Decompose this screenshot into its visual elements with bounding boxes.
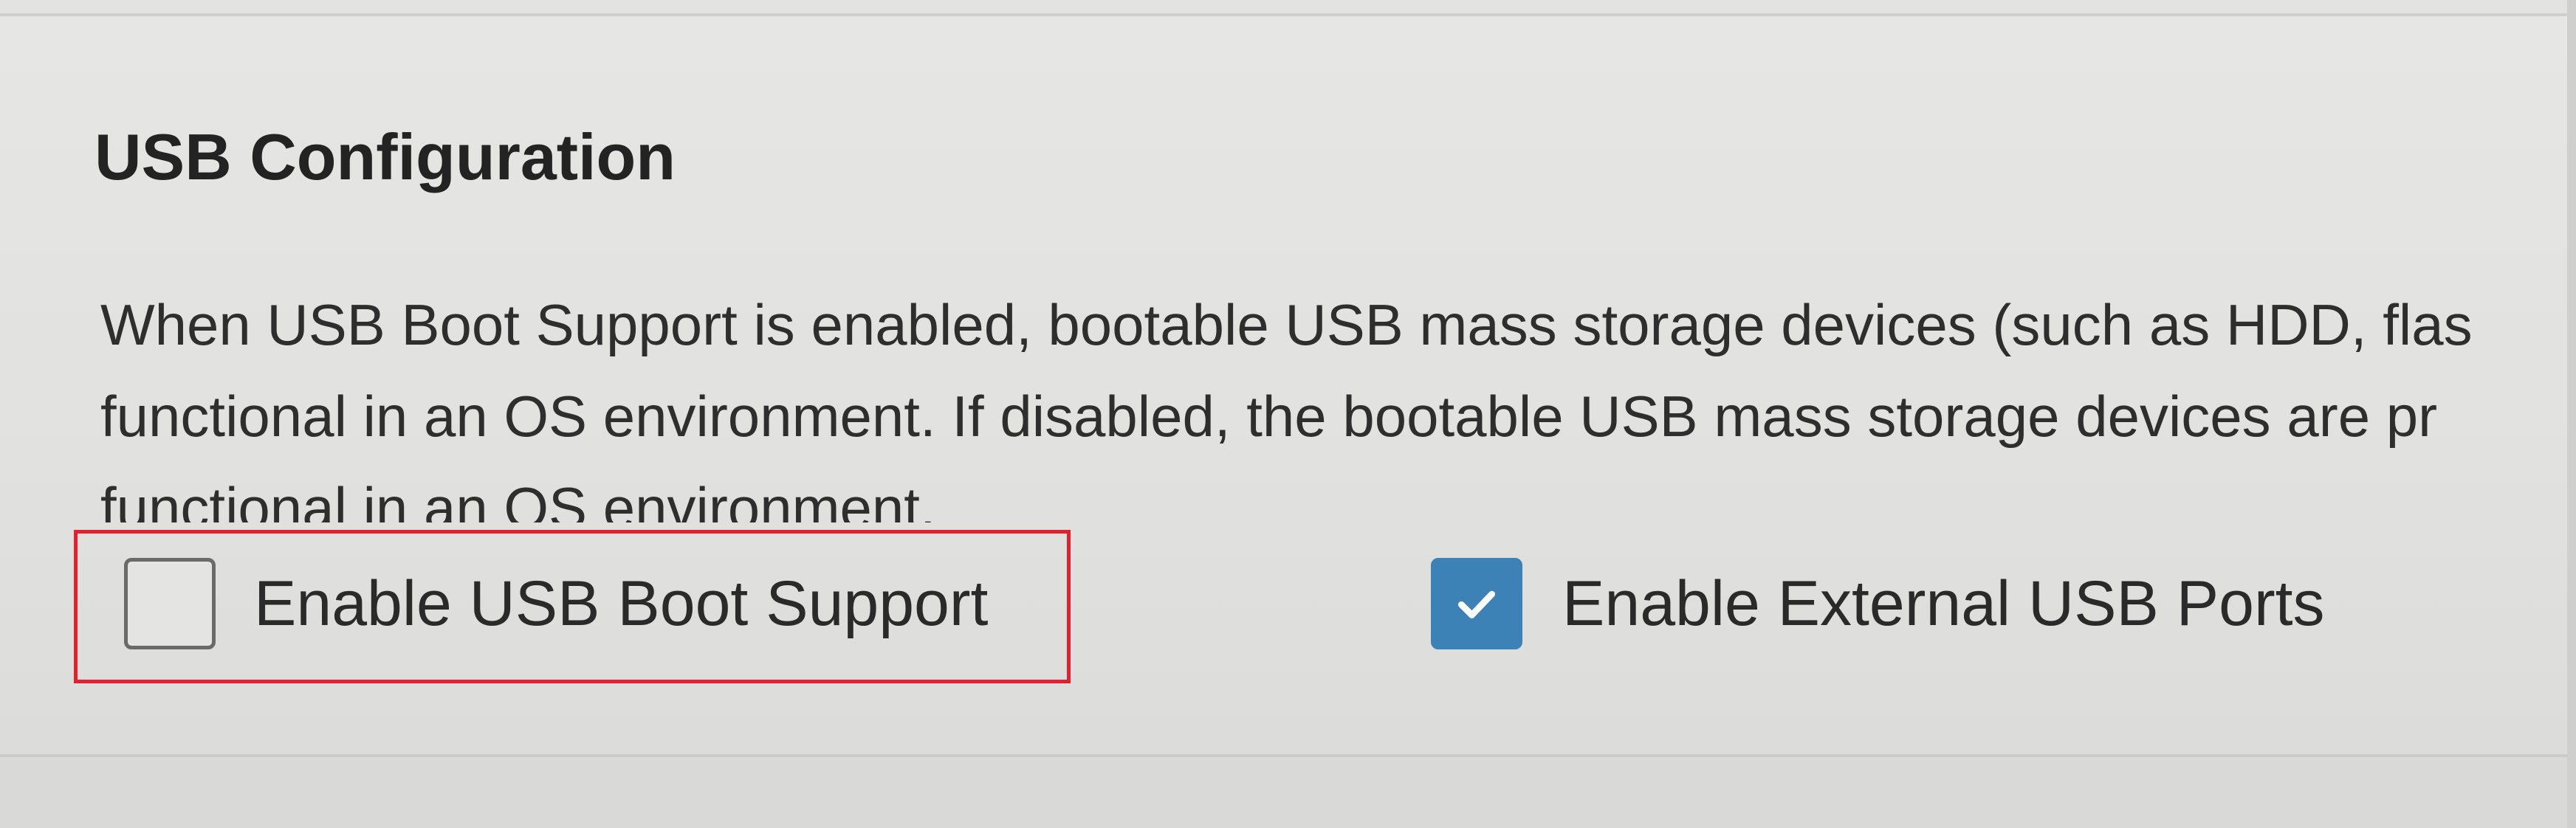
section-title: USB Configuration — [95, 120, 676, 193]
enable-external-usb-ports-checkbox[interactable] — [1431, 558, 1522, 649]
enable-external-usb-ports-label[interactable]: Enable External USB Ports — [1562, 563, 2325, 644]
section-description: When USB Boot Support is enabled, bootab… — [100, 279, 2566, 522]
right-edge-border — [2567, 0, 2576, 828]
description-line-2: functional in an OS environment. If disa… — [100, 384, 2438, 449]
check-icon — [1457, 590, 1496, 618]
enable-usb-boot-support-label[interactable]: Enable USB Boot Support — [254, 563, 988, 644]
description-line-1: When USB Boot Support is enabled, bootab… — [100, 292, 2473, 357]
enable-usb-boot-support-option[interactable]: Enable USB Boot Support — [124, 552, 988, 655]
enable-usb-boot-support-checkbox[interactable] — [124, 558, 216, 649]
description-line-3: functional in an OS environment. — [100, 475, 936, 522]
enable-external-usb-ports-option[interactable]: Enable External USB Ports — [1431, 552, 2325, 655]
next-section-band — [0, 757, 2576, 828]
